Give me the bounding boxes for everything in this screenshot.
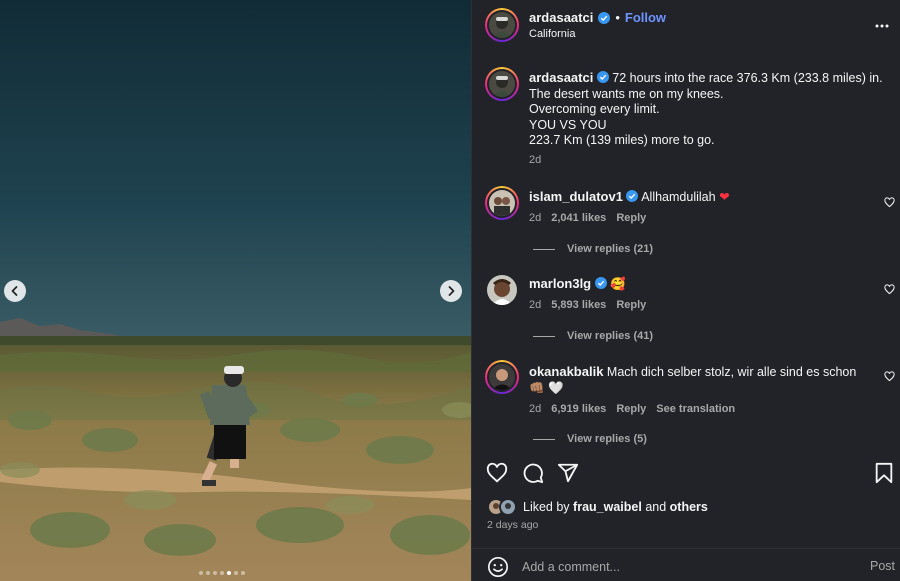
comment-time[interactable]: 2d bbox=[529, 299, 541, 311]
posted-time[interactable]: 2 days ago bbox=[487, 519, 538, 531]
post-photo bbox=[0, 0, 471, 581]
carousel-next-button[interactable] bbox=[440, 280, 462, 302]
author-avatar[interactable] bbox=[485, 8, 519, 42]
caption-line: 223.7 Km (139 miles) more to go. bbox=[529, 133, 715, 147]
comment-emoji: 🥰 bbox=[610, 277, 626, 291]
comment-text: Allhamdulilah bbox=[641, 190, 716, 204]
verified-badge-icon bbox=[598, 11, 611, 24]
post-comment-button[interactable]: Post bbox=[870, 559, 895, 573]
liked-by-user[interactable]: frau_waibel bbox=[573, 500, 642, 514]
comment-time[interactable]: 2d bbox=[529, 403, 541, 415]
carousel-prev-button[interactable] bbox=[4, 280, 26, 302]
comment-text: Mach dich selber stolz, wir alle sind es… bbox=[606, 365, 857, 379]
reply-button[interactable]: Reply bbox=[616, 299, 646, 311]
post-media[interactable] bbox=[0, 0, 471, 581]
comment-username[interactable]: islam_dulatov1 bbox=[529, 189, 623, 204]
carousel-dot bbox=[234, 571, 238, 575]
comment-emoji: 👊🏽 bbox=[529, 381, 545, 395]
action-bar bbox=[472, 458, 900, 488]
view-replies-label: View replies (5) bbox=[567, 433, 647, 445]
verified-badge-icon bbox=[596, 71, 609, 83]
liked-by[interactable]: Liked by frau_waibel and others bbox=[487, 497, 708, 517]
see-translation-button[interactable]: See translation bbox=[656, 403, 735, 415]
comment-avatar[interactable] bbox=[485, 186, 519, 220]
emoji-icon[interactable] bbox=[487, 556, 509, 578]
more-options-icon[interactable] bbox=[874, 18, 890, 34]
author-username[interactable]: ardasaatci bbox=[529, 10, 593, 25]
post-caption: ardasaatci 72 hours into the race 376.3 … bbox=[529, 70, 884, 168]
comment-icon[interactable] bbox=[522, 462, 544, 484]
heart-icon[interactable] bbox=[486, 462, 508, 484]
liked-by-others[interactable]: others bbox=[670, 500, 708, 514]
comment-emoji: ❤ bbox=[719, 190, 730, 204]
bookmark-icon[interactable] bbox=[873, 462, 895, 484]
view-replies-label: View replies (41) bbox=[567, 330, 654, 342]
divider bbox=[533, 438, 555, 440]
separator-dot: • bbox=[615, 10, 620, 25]
comment-emoji: 🤍 bbox=[548, 381, 564, 395]
post-location[interactable]: California bbox=[529, 28, 575, 40]
caption-line: The desert wants me on my knees. bbox=[529, 86, 724, 101]
add-comment-bar: Post bbox=[472, 548, 900, 581]
view-replies-label: View replies (21) bbox=[567, 243, 654, 255]
liker-avatar bbox=[499, 498, 517, 516]
comment-likes[interactable]: 6,919 likes bbox=[551, 403, 606, 415]
chevron-right-icon bbox=[448, 286, 455, 296]
follow-button[interactable]: Follow bbox=[625, 10, 666, 25]
liked-by-and: and bbox=[645, 500, 667, 514]
comment-time[interactable]: 2d bbox=[529, 212, 541, 224]
comment-avatar[interactable] bbox=[487, 275, 517, 305]
carousel-dot bbox=[199, 571, 203, 575]
reply-button[interactable]: Reply bbox=[616, 212, 646, 224]
caption-avatar[interactable] bbox=[485, 67, 519, 101]
divider bbox=[533, 248, 555, 250]
post-header: ardasaatci • Follow California bbox=[472, 0, 900, 50]
chevron-left-icon bbox=[11, 286, 18, 296]
comment-likes[interactable]: 5,893 likes bbox=[551, 299, 606, 311]
comment-input[interactable] bbox=[522, 557, 822, 577]
heart-icon[interactable] bbox=[884, 284, 895, 295]
view-replies-button[interactable]: View replies (21) bbox=[533, 243, 653, 255]
caption-line: YOU VS YOU bbox=[529, 117, 607, 132]
comment-likes[interactable]: 2,041 likes bbox=[551, 212, 606, 224]
comment-username[interactable]: okanakbalik bbox=[529, 364, 603, 379]
liked-by-prefix: Liked by bbox=[523, 500, 570, 514]
share-icon[interactable] bbox=[557, 462, 579, 484]
comment-username[interactable]: marlon3lg bbox=[529, 276, 591, 291]
carousel-dots bbox=[199, 571, 245, 575]
carousel-dot bbox=[241, 571, 245, 575]
caption-line: 72 hours into the race 376.3 Km (233.8 m… bbox=[612, 71, 883, 85]
view-replies-button[interactable]: View replies (5) bbox=[533, 433, 647, 445]
verified-badge-icon bbox=[594, 277, 607, 289]
heart-icon[interactable] bbox=[884, 197, 895, 208]
divider bbox=[533, 335, 555, 337]
heart-icon[interactable] bbox=[884, 371, 895, 382]
post-details-panel: ardasaatci • Follow California ardasaatc… bbox=[471, 0, 900, 581]
carousel-dot bbox=[206, 571, 210, 575]
comment-avatar[interactable] bbox=[485, 360, 519, 394]
carousel-dot bbox=[220, 571, 224, 575]
carousel-dot bbox=[227, 571, 231, 575]
carousel-dot bbox=[213, 571, 217, 575]
caption-time[interactable]: 2d bbox=[529, 153, 884, 169]
reply-button[interactable]: Reply bbox=[616, 403, 646, 415]
caption-line: Overcoming every limit. bbox=[529, 102, 660, 116]
caption-username[interactable]: ardasaatci bbox=[529, 70, 593, 85]
verified-badge-icon bbox=[626, 190, 639, 202]
view-replies-button[interactable]: View replies (41) bbox=[533, 330, 653, 342]
